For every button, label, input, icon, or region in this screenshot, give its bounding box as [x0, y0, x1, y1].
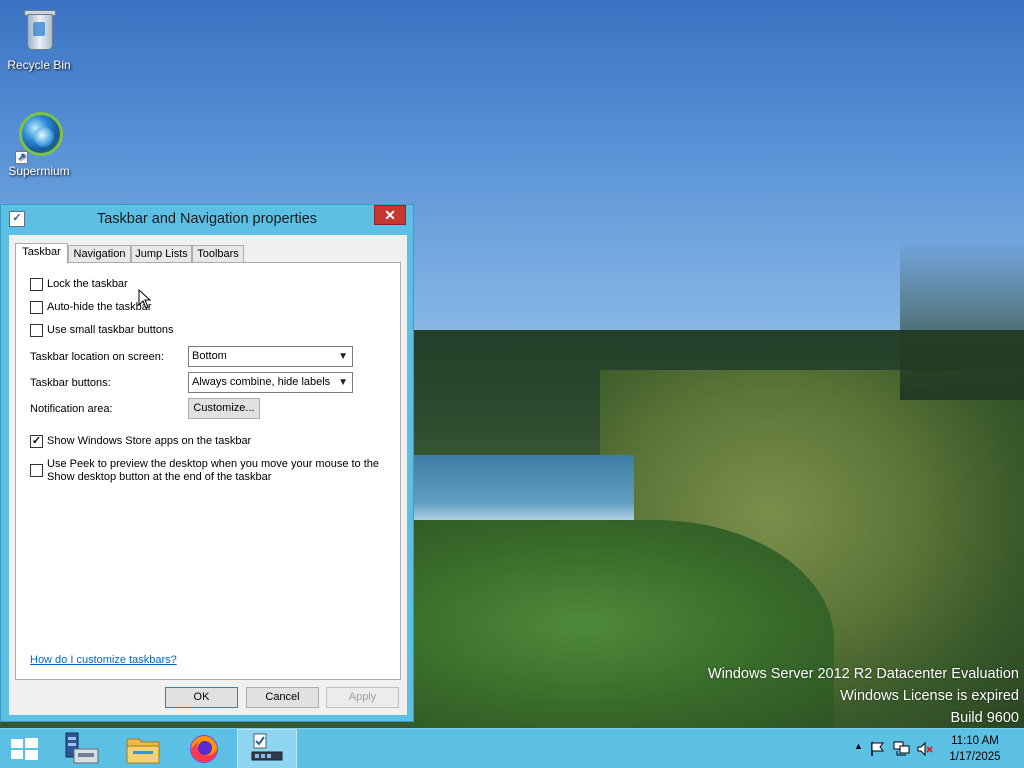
lock-taskbar-option[interactable]: Lock the taskbar	[30, 278, 128, 291]
tab-jump-lists[interactable]: Jump Lists	[131, 245, 192, 263]
chevron-down-icon: ▼	[338, 377, 348, 388]
chevron-down-icon: ▼	[338, 351, 348, 362]
taskbar-server-manager[interactable]	[52, 729, 112, 768]
autohide-checkbox[interactable]	[30, 301, 43, 314]
watermark-line: Windows License is expired	[840, 688, 1019, 704]
small-buttons-option[interactable]: Use small taskbar buttons	[30, 324, 174, 337]
checkbox-label: Show Windows Store apps on the taskbar	[47, 435, 252, 447]
wallpaper-trees	[900, 240, 1024, 400]
taskbar-buttons-value: Always combine, hide labels	[192, 376, 331, 388]
windows-logo-icon	[11, 738, 38, 760]
show-hidden-icons-icon[interactable]: ▲	[854, 741, 863, 751]
checkbox-label: Lock the taskbar	[47, 278, 128, 290]
tab-taskbar[interactable]: Taskbar	[15, 243, 68, 264]
close-button[interactable]: ✕	[374, 205, 406, 225]
autohide-option[interactable]: Auto-hide the taskbar	[30, 301, 152, 314]
location-label: Taskbar location on screen:	[30, 351, 164, 363]
peek-checkbox[interactable]	[30, 464, 43, 477]
clock-date: 1/17/2025	[949, 751, 1001, 763]
recycle-bin-icon	[19, 6, 59, 54]
tab-toolbars[interactable]: Toolbars	[192, 245, 244, 263]
tab-navigation[interactable]: Navigation	[68, 245, 131, 263]
small-buttons-checkbox[interactable]	[30, 324, 43, 337]
taskbar-buttons-label: Taskbar buttons:	[30, 377, 111, 389]
server-manager-icon	[65, 732, 99, 764]
ok-button[interactable]: OK	[165, 687, 238, 708]
license-watermark: Windows Server 2012 R2 Datacenter Evalua…	[708, 663, 1019, 729]
cancel-button[interactable]: Cancel	[246, 687, 319, 708]
dialog-titlebar[interactable]: ✓ Taskbar and Navigation properties ✕	[1, 205, 413, 233]
lock-taskbar-checkbox[interactable]	[30, 278, 43, 291]
dialog-client: Taskbar Navigation Jump Lists Toolbars L…	[9, 235, 407, 715]
help-link[interactable]: How do I customize taskbars?	[30, 654, 177, 666]
watermark-line: Build 9600	[950, 710, 1019, 726]
taskbar-tab-panel: Lock the taskbar Auto-hide the taskbar U…	[15, 262, 401, 680]
supermium-icon: ↗	[15, 112, 63, 164]
system-tray: ▲ 11:10 AM 1/17/2025	[844, 729, 1024, 768]
clock-time: 11:10 AM	[951, 735, 999, 747]
dialog-title: Taskbar and Navigation properties	[96, 211, 318, 227]
volume-muted-icon[interactable]	[917, 741, 933, 757]
desktop-icon-supermium[interactable]: ↗ Supermium	[1, 112, 77, 178]
desktop-icon-recycle-bin[interactable]: Recycle Bin	[1, 6, 77, 72]
store-apps-option[interactable]: ✓ Show Windows Store apps on the taskbar	[30, 435, 251, 448]
taskbar-firefox[interactable]	[174, 729, 234, 768]
taskbar-taskbar-properties[interactable]	[237, 729, 297, 768]
apply-button[interactable]: Apply	[326, 687, 399, 708]
firefox-icon	[190, 735, 218, 763]
location-dropdown[interactable]: Bottom ▼	[188, 346, 353, 367]
location-value: Bottom	[192, 350, 227, 362]
folder-icon	[126, 738, 160, 764]
desktop-icon-label: Recycle Bin	[7, 58, 71, 72]
network-icon[interactable]	[893, 741, 911, 757]
store-apps-checkbox[interactable]: ✓	[30, 435, 43, 448]
checkbox-label: Use small taskbar buttons	[47, 324, 174, 336]
customize-button[interactable]: Customize...	[188, 398, 260, 419]
taskbar-file-explorer[interactable]	[113, 729, 173, 768]
taskbar-properties-dialog: ✓ Taskbar and Navigation properties ✕ Ta…	[0, 204, 414, 722]
taskbar: ▲ 11:10 AM 1/17/2025	[0, 728, 1024, 768]
start-button[interactable]	[0, 729, 50, 768]
checkbox-label: Auto-hide the taskbar	[47, 301, 152, 313]
action-center-flag-icon[interactable]	[870, 741, 886, 757]
desktop-icon-label: Supermium	[8, 164, 70, 178]
notification-label: Notification area:	[30, 403, 113, 415]
checkbox-label: Use Peek to preview the desktop when you…	[47, 458, 380, 483]
shortcut-arrow-icon: ↗	[15, 151, 28, 164]
watermark-line: Windows Server 2012 R2 Datacenter Evalua…	[707, 666, 1019, 682]
peek-option[interactable]: Use Peek to preview the desktop when you…	[30, 458, 385, 484]
taskbar-clock[interactable]: 11:10 AM 1/17/2025	[945, 733, 1005, 765]
taskbar-properties-icon	[251, 733, 283, 761]
taskbar-buttons-dropdown[interactable]: Always combine, hide labels ▼	[188, 372, 353, 393]
